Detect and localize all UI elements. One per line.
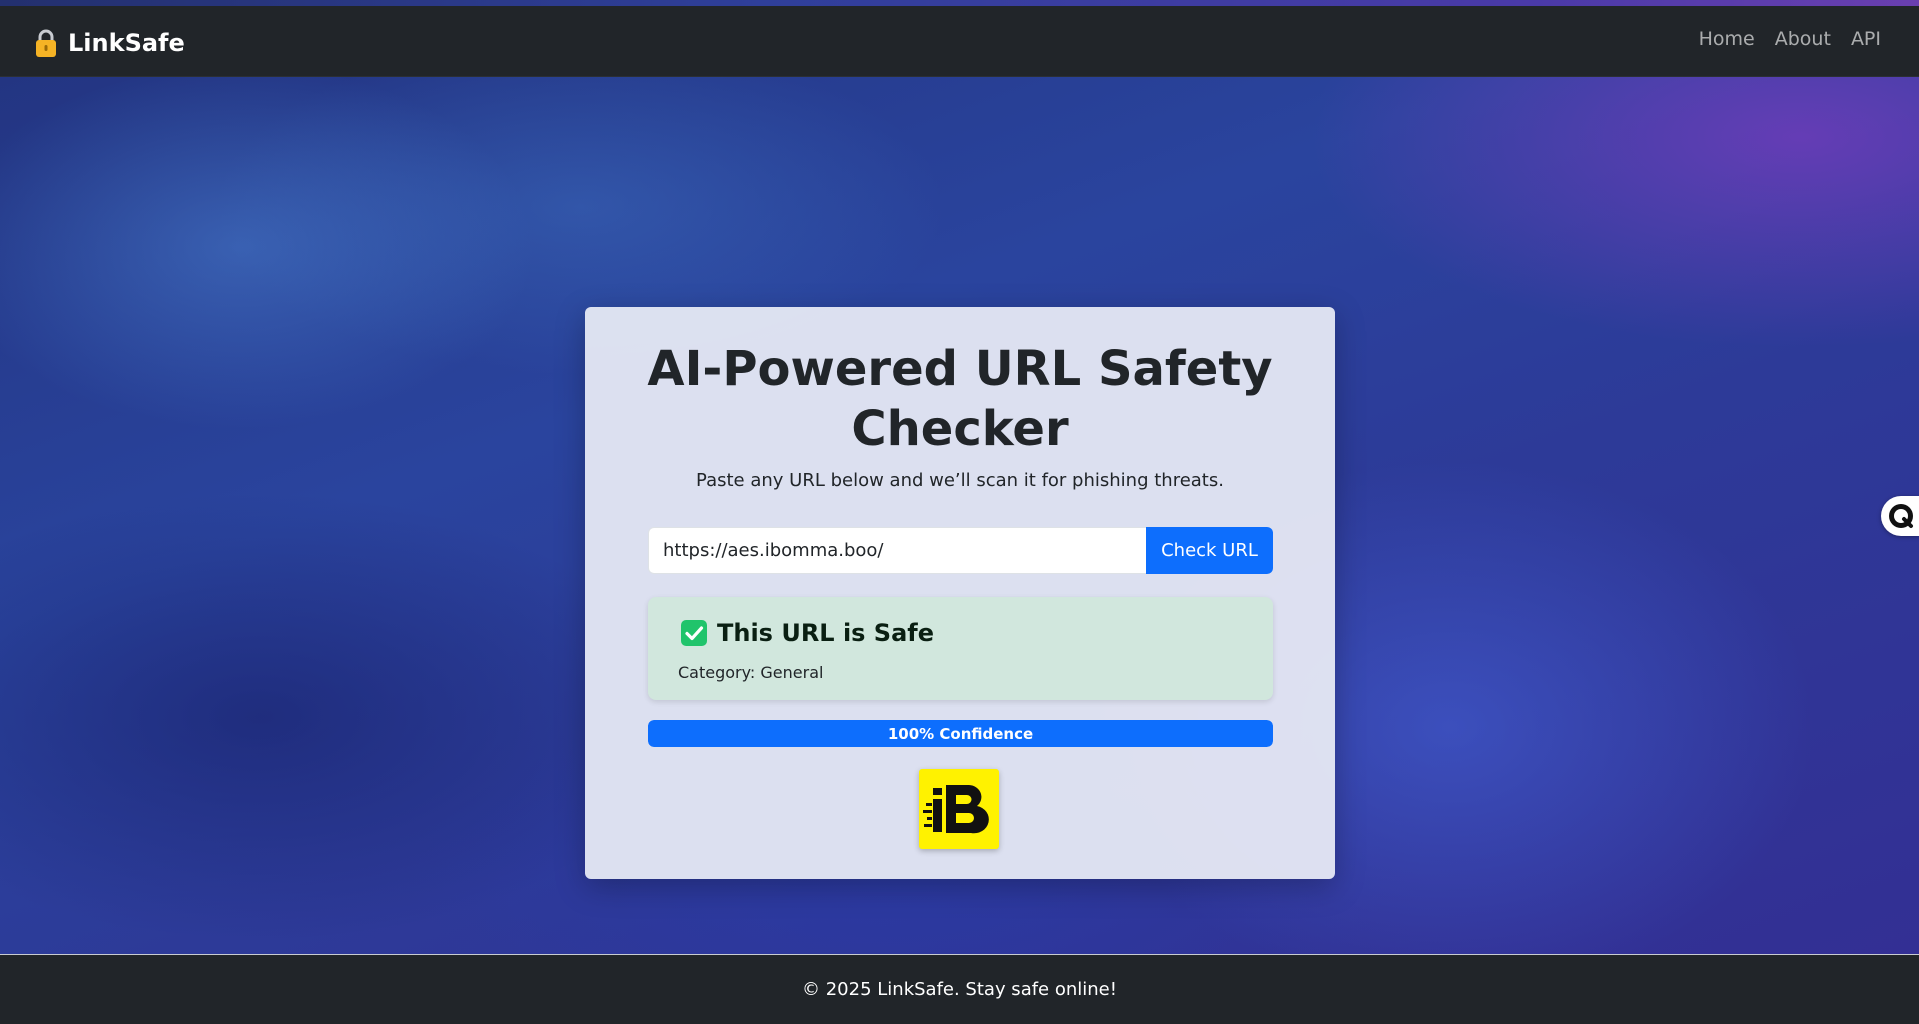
chat-bubble-icon — [1889, 504, 1913, 528]
result-title: This URL is Safe — [717, 619, 935, 647]
confidence-progress: 100% Confidence — [648, 720, 1273, 747]
check-url-button[interactable]: Check URL — [1146, 527, 1273, 574]
result-category: Category: General — [678, 663, 824, 682]
checker-card: AI-Powered URL Safety Checker Paste any … — [585, 307, 1335, 879]
confidence-label: 100% Confidence — [887, 724, 1034, 743]
page-title: AI-Powered URL Safety Checker — [647, 341, 1273, 457]
lock-icon — [36, 29, 56, 57]
nav-links: Home About API — [1699, 28, 1881, 50]
navbar: LinkSafe Home About API — [0, 6, 1919, 77]
url-check-form: Check URL — [648, 527, 1273, 574]
hero-background: AI-Powered URL Safety Checker Paste any … — [0, 77, 1919, 954]
check-square-icon — [681, 620, 707, 646]
brand-name: LinkSafe — [68, 29, 185, 57]
footer: © 2025 LinkSafe. Stay safe online! — [0, 954, 1919, 1024]
nav-link-about[interactable]: About — [1775, 28, 1831, 50]
confidence-progress-fill: 100% Confidence — [648, 720, 1273, 747]
result-heading: This URL is Safe — [681, 619, 934, 647]
nav-link-api[interactable]: API — [1851, 28, 1881, 50]
result-alert: This URL is Safe Category: General — [648, 597, 1273, 700]
nav-link-home[interactable]: Home — [1699, 28, 1755, 50]
page-subtitle: Paste any URL below and we’ll scan it fo… — [696, 470, 1224, 491]
footer-copyright: © 2025 LinkSafe. Stay safe online! — [802, 979, 1117, 1000]
floating-helper-button[interactable] — [1881, 496, 1919, 536]
brand-link[interactable]: LinkSafe — [34, 26, 185, 60]
url-input[interactable] — [648, 527, 1146, 574]
site-logo — [919, 769, 999, 849]
ibomma-logo — [923, 785, 989, 834]
